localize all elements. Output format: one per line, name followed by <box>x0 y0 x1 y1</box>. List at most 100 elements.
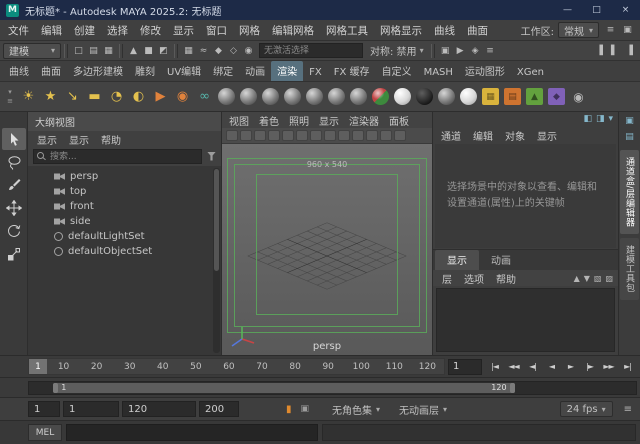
ramp-shader-icon[interactable] <box>372 88 389 105</box>
timeline-tick[interactable]: 100 <box>345 362 378 372</box>
toon-shader-icon[interactable] <box>350 88 367 105</box>
step-back-key-button[interactable]: ◄◄ <box>504 359 523 375</box>
maximize-button[interactable]: □ <box>582 0 611 20</box>
menu-item[interactable]: 网格显示 <box>374 21 428 40</box>
snap-to-point-icon[interactable]: ◆ <box>211 43 226 59</box>
gate-mask-icon[interactable] <box>352 130 364 141</box>
select-tool[interactable] <box>2 128 26 150</box>
shelf-tab[interactable]: 运动图形 <box>459 61 511 81</box>
viewport-menu-item[interactable]: 渲染器 <box>344 113 384 128</box>
shelf-tab-menu-icon[interactable]: ▾ <box>3 88 17 96</box>
ipr-render-shelf-icon[interactable]: ◉ <box>172 86 193 108</box>
select-camera-icon[interactable] <box>226 130 238 141</box>
animation-preferences-icon[interactable]: ≡ <box>624 404 632 415</box>
channel-fast-manip-icon[interactable]: ◨ <box>596 115 605 124</box>
menu-item[interactable]: 编辑网格 <box>266 21 320 40</box>
layered-shader-icon[interactable] <box>328 88 345 105</box>
minimize-button[interactable]: — <box>553 0 582 20</box>
move-layer-down-icon[interactable]: ▼ <box>584 274 590 283</box>
range-slider-track[interactable]: 1 120 <box>28 381 637 395</box>
shelf-tab[interactable]: 渲染 <box>271 61 303 81</box>
scale-tool[interactable] <box>2 243 26 265</box>
outliner-item[interactable]: defaultObjectSet <box>28 244 221 259</box>
rotate-tool[interactable] <box>2 220 26 242</box>
shelf-tab[interactable]: FX 缓存 <box>328 61 376 81</box>
step-forward-key-button[interactable]: ►► <box>599 359 618 375</box>
shelf-tab[interactable]: MASH <box>418 65 459 81</box>
render-current-frame-icon[interactable]: ▶ <box>453 43 468 59</box>
outliner-menu-item[interactable]: 显示 <box>31 132 63 147</box>
sidebar-pin-icon[interactable]: ▤ <box>622 131 637 144</box>
layer-list[interactable] <box>436 288 615 352</box>
noise-texture-icon[interactable]: ◆ <box>548 88 565 105</box>
move-tool[interactable] <box>2 197 26 219</box>
shelf-tab[interactable]: 曲线 <box>3 61 35 81</box>
outliner-item[interactable]: defaultLightSet <box>28 229 221 244</box>
bookmark-icon[interactable] <box>268 130 280 141</box>
new-empty-layer-icon[interactable]: ▧ <box>594 274 602 283</box>
area-light-icon[interactable]: ▬ <box>84 86 105 108</box>
timeline-tick[interactable]: 90 <box>312 362 345 372</box>
volume-light-icon[interactable]: ◔ <box>106 86 127 108</box>
workspace-select[interactable]: 常规 ▾ <box>558 22 599 38</box>
save-scene-icon[interactable]: ▦ <box>101 43 116 59</box>
selection-field[interactable] <box>259 43 363 58</box>
render-camera-icon[interactable]: ◉ <box>568 86 589 108</box>
select-component-icon[interactable]: ◩ <box>156 43 171 59</box>
shelf-tab[interactable]: 雕刻 <box>129 61 161 81</box>
timeline-track[interactable]: 1102030405060708090100110120 <box>28 358 445 375</box>
workspace-options-icon[interactable]: ≡ <box>603 22 618 38</box>
ramp-texture-icon[interactable]: ▲ <box>526 88 543 105</box>
ambient-light-icon[interactable]: ◐ <box>128 86 149 108</box>
go-to-start-button[interactable]: |◄ <box>485 359 504 375</box>
lambert-material-icon[interactable] <box>262 88 279 105</box>
standard-surface-material-icon[interactable] <box>218 88 235 105</box>
channel-box-menu-item[interactable]: 显示 <box>531 128 563 143</box>
timeline-tick[interactable]: 70 <box>245 362 278 372</box>
phong-material-icon[interactable] <box>284 88 301 105</box>
layer-editor-tab[interactable]: 显示 <box>435 250 479 270</box>
render-view-shelf-icon[interactable]: ▶ <box>150 86 171 108</box>
layer-menu-item[interactable]: 层 <box>436 271 458 286</box>
playback-end-field[interactable]: 120 <box>122 401 196 417</box>
step-forward-frame-button[interactable]: |► <box>580 359 599 375</box>
menu-item[interactable]: 修改 <box>134 21 167 40</box>
blinn-material-icon[interactable] <box>240 88 257 105</box>
lasso-select-tool[interactable] <box>2 151 26 173</box>
shelf-tab[interactable]: XGen <box>511 65 550 81</box>
safe-action-icon[interactable] <box>366 130 378 141</box>
current-frame-field[interactable]: 1 <box>448 359 482 375</box>
toggle-channel-box-icon[interactable]: ▐ <box>622 43 637 59</box>
channelbox-menu-icon[interactable]: ▾ <box>608 115 613 124</box>
menu-item[interactable]: 编辑 <box>35 21 68 40</box>
timeline-bookmark-icon[interactable]: ▮ <box>286 404 292 415</box>
character-set-select[interactable]: 无角色集 ▾ <box>332 402 380 417</box>
menu-item[interactable]: 曲线 <box>428 21 461 40</box>
outliner-scrollbar[interactable] <box>213 168 220 353</box>
channel-box-menu-item[interactable]: 对象 <box>499 128 531 143</box>
layer-menu-item[interactable]: 帮助 <box>490 271 522 286</box>
range-slider-bar[interactable]: 1 120 <box>53 383 514 393</box>
paint-select-tool[interactable] <box>2 174 26 196</box>
channel-slow-manip-icon[interactable]: ◧ <box>583 115 592 124</box>
select-object-icon[interactable]: ■ <box>141 43 156 59</box>
shelf-tab[interactable]: 曲面 <box>35 61 67 81</box>
shelf-tab[interactable]: 绑定 <box>207 61 239 81</box>
menu-item[interactable]: 选择 <box>101 21 134 40</box>
snap-to-grid-icon[interactable]: ▦ <box>181 43 196 59</box>
timeline-tick[interactable]: 120 <box>411 362 444 372</box>
symmetry-select[interactable]: 对称: 禁用 ▾ <box>366 43 428 58</box>
open-scene-icon[interactable]: ▤ <box>86 43 101 59</box>
menu-item[interactable]: 曲面 <box>461 21 494 40</box>
scrollbar-thumb[interactable] <box>214 169 219 271</box>
sidebar-tab[interactable]: 通道盒/层编辑器 <box>620 150 639 234</box>
animation-end-field[interactable]: 200 <box>199 401 239 417</box>
menu-set-select[interactable]: 建模 ▾ <box>3 43 61 59</box>
play-backwards-button[interactable]: ◄ <box>542 359 561 375</box>
new-layer-from-selected-icon[interactable]: ▨ <box>605 274 613 283</box>
phong-e-material-icon[interactable] <box>306 88 323 105</box>
outliner-item[interactable]: front <box>28 199 221 214</box>
mel-command-input[interactable] <box>66 424 318 441</box>
viewport-canvas[interactable]: 960 x 540 persp <box>222 144 432 355</box>
file-texture-icon[interactable]: ▤ <box>504 88 521 105</box>
